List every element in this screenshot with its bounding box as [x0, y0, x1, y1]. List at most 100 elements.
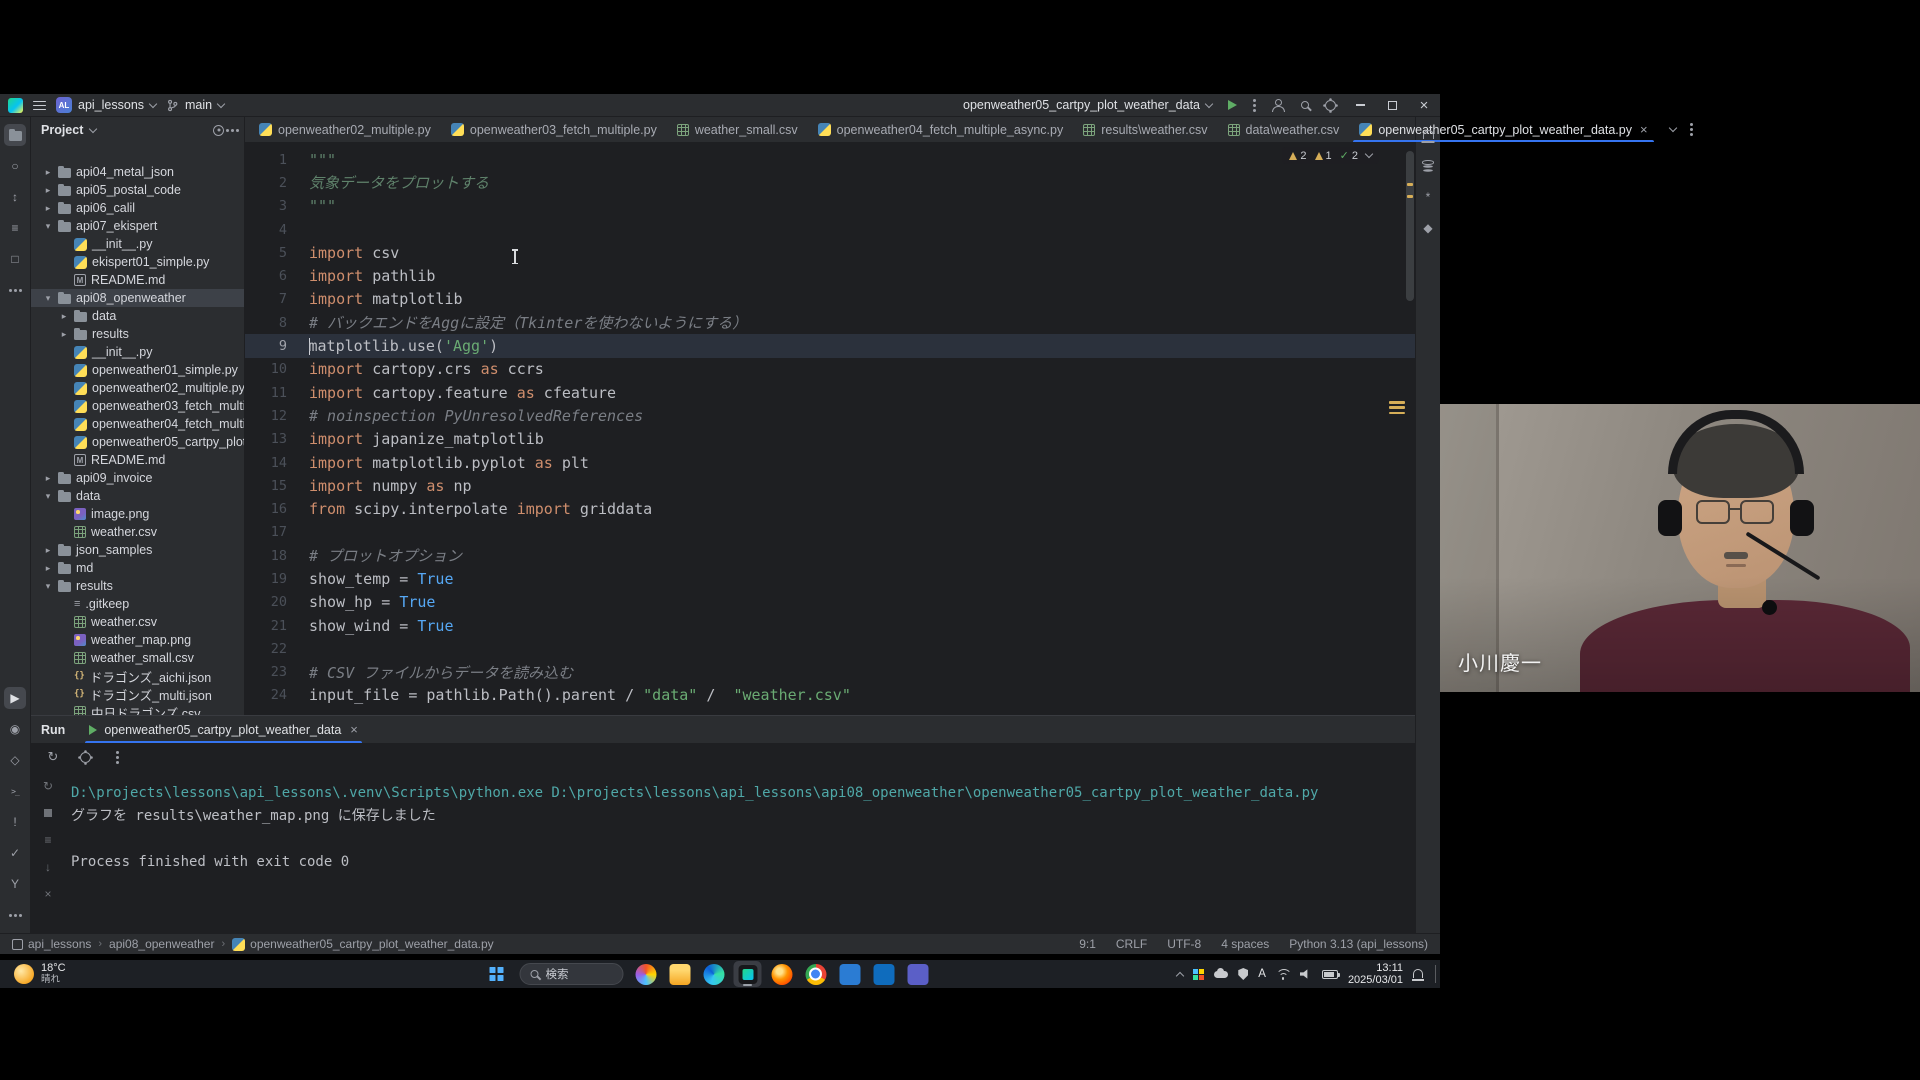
- editor-scrollbar[interactable]: [1406, 151, 1414, 301]
- tree-item[interactable]: weather_map.png: [31, 631, 244, 649]
- tool-window-button-more-bottom[interactable]: [4, 904, 26, 926]
- wifi-icon[interactable]: [1276, 969, 1290, 980]
- chevron-expanded-icon[interactable]: ▾: [43, 581, 53, 592]
- code-line[interactable]: 11import cartopy.feature as cfeature: [245, 381, 1415, 404]
- tab-close-icon[interactable]: ×: [1640, 122, 1648, 137]
- tree-item[interactable]: ▸data: [31, 307, 244, 325]
- editor-tab[interactable]: openweather03_fetch_multiple.py: [441, 117, 667, 142]
- code-line[interactable]: 7import matplotlib: [245, 288, 1415, 311]
- code-line[interactable]: 3""": [245, 195, 1415, 218]
- main-menu-icon[interactable]: [33, 100, 46, 111]
- code-editor[interactable]: 1"""2気象データをプロットする3"""45import csv6import…: [245, 143, 1415, 715]
- tool-window-button-problems[interactable]: !: [4, 811, 26, 833]
- tree-item[interactable]: __init__.py: [31, 343, 244, 361]
- tree-item[interactable]: ▸json_samples: [31, 541, 244, 559]
- code-line[interactable]: 1""": [245, 148, 1415, 171]
- hidden-tabs-chevron-icon[interactable]: [1668, 124, 1676, 132]
- breadcrumb-item[interactable]: api08_openweather: [109, 937, 214, 951]
- code-line[interactable]: 5import csv: [245, 241, 1415, 264]
- branch-widget[interactable]: main: [166, 98, 224, 112]
- code-line[interactable]: 16from scipy.interpolate import griddata: [245, 497, 1415, 520]
- chevron-collapsed-icon[interactable]: ▸: [43, 185, 53, 196]
- tool-window-button-more[interactable]: [4, 279, 26, 301]
- code-line[interactable]: 2気象データをプロットする: [245, 171, 1415, 194]
- tree-item[interactable]: {}ドラゴンズ_aichi.json: [31, 667, 244, 685]
- chevron-collapsed-icon[interactable]: ▸: [59, 311, 69, 322]
- tool-window-button-ai-assistant[interactable]: *: [1417, 186, 1439, 208]
- ok-inspection-badge[interactable]: ✓2: [1340, 149, 1358, 162]
- inspections-widget[interactable]: 21 ✓2: [1282, 147, 1379, 164]
- tab-options-icon[interactable]: [1690, 128, 1693, 131]
- warning-inspection-badge[interactable]: 1: [1315, 150, 1332, 162]
- tool-window-button-pull-requests[interactable]: ↕: [4, 186, 26, 208]
- code-line[interactable]: 6import pathlib: [245, 264, 1415, 287]
- tree-item[interactable]: ≡.gitkeep: [31, 595, 244, 613]
- tool-window-button-terminal[interactable]: >_: [4, 780, 26, 802]
- editor-tab[interactable]: openweather04_fetch_multiple_async.py: [808, 117, 1074, 142]
- breadcrumb-item[interactable]: openweather05_cartpy_plot_weather_data.p…: [232, 937, 494, 951]
- floating-menu-icon[interactable]: [1389, 401, 1405, 414]
- tool-window-button-structure[interactable]: ≡: [4, 217, 26, 239]
- tree-item[interactable]: ▾results: [31, 577, 244, 595]
- editor-tab[interactable]: results\weather.csv: [1073, 117, 1217, 142]
- tree-item[interactable]: openweather01_simple.py: [31, 361, 244, 379]
- run-tab[interactable]: openweather05_cartpy_plot_weather_data ×: [79, 716, 368, 743]
- tree-item[interactable]: ▾api08_openweather: [31, 289, 244, 307]
- chevron-collapsed-icon[interactable]: ▸: [43, 473, 53, 484]
- tree-item[interactable]: openweather05_cartpy_plot_weather_data.p…: [31, 433, 244, 451]
- code-line[interactable]: 22: [245, 637, 1415, 660]
- tree-item[interactable]: MREADME.md: [31, 451, 244, 469]
- tree-item[interactable]: ▸results: [31, 325, 244, 343]
- taskbar-clock[interactable]: 13:11 2025/03/01: [1348, 962, 1403, 986]
- more-run-actions-icon[interactable]: [1253, 104, 1256, 107]
- tree-item[interactable]: weather_small.csv: [31, 649, 244, 667]
- tree-item[interactable]: weather.csv: [31, 523, 244, 541]
- maximize-button[interactable]: [1384, 97, 1400, 113]
- tool-window-button-project[interactable]: [4, 124, 26, 146]
- taskbar-app-outlook[interactable]: [870, 961, 898, 987]
- security-shield-icon[interactable]: [1238, 968, 1248, 980]
- code-line[interactable]: 14import matplotlib.pyplot as plt: [245, 451, 1415, 474]
- run-console[interactable]: D:\projects\lessons\api_lessons\.venv\Sc…: [65, 770, 1415, 933]
- tray-overflow-chevron-icon[interactable]: [1176, 971, 1184, 979]
- taskbar-app-edge[interactable]: [700, 961, 728, 987]
- warning-inspection-badge[interactable]: 2: [1289, 150, 1306, 162]
- taskbar-search[interactable]: 検索: [520, 963, 624, 985]
- run-options-gear-icon[interactable]: [77, 749, 93, 765]
- status-widget[interactable]: UTF-8: [1167, 937, 1201, 951]
- tool-window-button-python-packages[interactable]: ◇: [4, 749, 26, 771]
- tree-item[interactable]: ekispert01_simple.py: [31, 253, 244, 271]
- tree-item[interactable]: MREADME.md: [31, 271, 244, 289]
- rerun-icon[interactable]: ↻: [40, 778, 56, 794]
- code-line[interactable]: 8# バックエンドをAggに設定（Tkinterを使わないようにする）: [245, 311, 1415, 334]
- taskbar-app-file-explorer[interactable]: [666, 961, 694, 987]
- tool-window-button-debug[interactable]: ◉: [4, 718, 26, 740]
- show-desktop-button[interactable]: [1435, 965, 1436, 983]
- pycharm-logo-icon[interactable]: [8, 98, 23, 113]
- chevron-collapsed-icon[interactable]: ▸: [43, 203, 53, 214]
- taskbar-app-teams[interactable]: [904, 961, 932, 987]
- start-button[interactable]: [482, 961, 512, 987]
- tree-item[interactable]: weather.csv: [31, 613, 244, 631]
- minimize-button[interactable]: [1352, 97, 1368, 113]
- tree-item[interactable]: image.png: [31, 505, 244, 523]
- code-line[interactable]: 12# noinspection PyUnresolvedReferences: [245, 404, 1415, 427]
- tree-item[interactable]: ▸api05_postal_code: [31, 181, 244, 199]
- battery-icon[interactable]: [1322, 970, 1338, 979]
- tree-item[interactable]: __init__.py: [31, 235, 244, 253]
- chevron-collapsed-icon[interactable]: ▸: [43, 167, 53, 178]
- chevron-expanded-icon[interactable]: ▾: [43, 491, 53, 502]
- project-panel-title[interactable]: Project: [41, 123, 83, 137]
- ime-indicator[interactable]: A: [1258, 968, 1266, 980]
- stop-icon[interactable]: [40, 805, 56, 821]
- settings-gear-icon[interactable]: [1325, 100, 1336, 111]
- warning-stripe-mark[interactable]: [1407, 183, 1413, 186]
- tool-window-button-vcs[interactable]: Y: [4, 873, 26, 895]
- run-tool-window-title[interactable]: Run: [41, 723, 65, 737]
- warning-stripe-mark[interactable]: [1407, 195, 1413, 198]
- editor-tab[interactable]: weather_small.csv: [667, 117, 808, 142]
- tree-item[interactable]: ▾data: [31, 487, 244, 505]
- taskbar-app-chrome[interactable]: [802, 961, 830, 987]
- tree-item[interactable]: ▸api09_invoice: [31, 469, 244, 487]
- tool-window-button-commit[interactable]: ○: [4, 155, 26, 177]
